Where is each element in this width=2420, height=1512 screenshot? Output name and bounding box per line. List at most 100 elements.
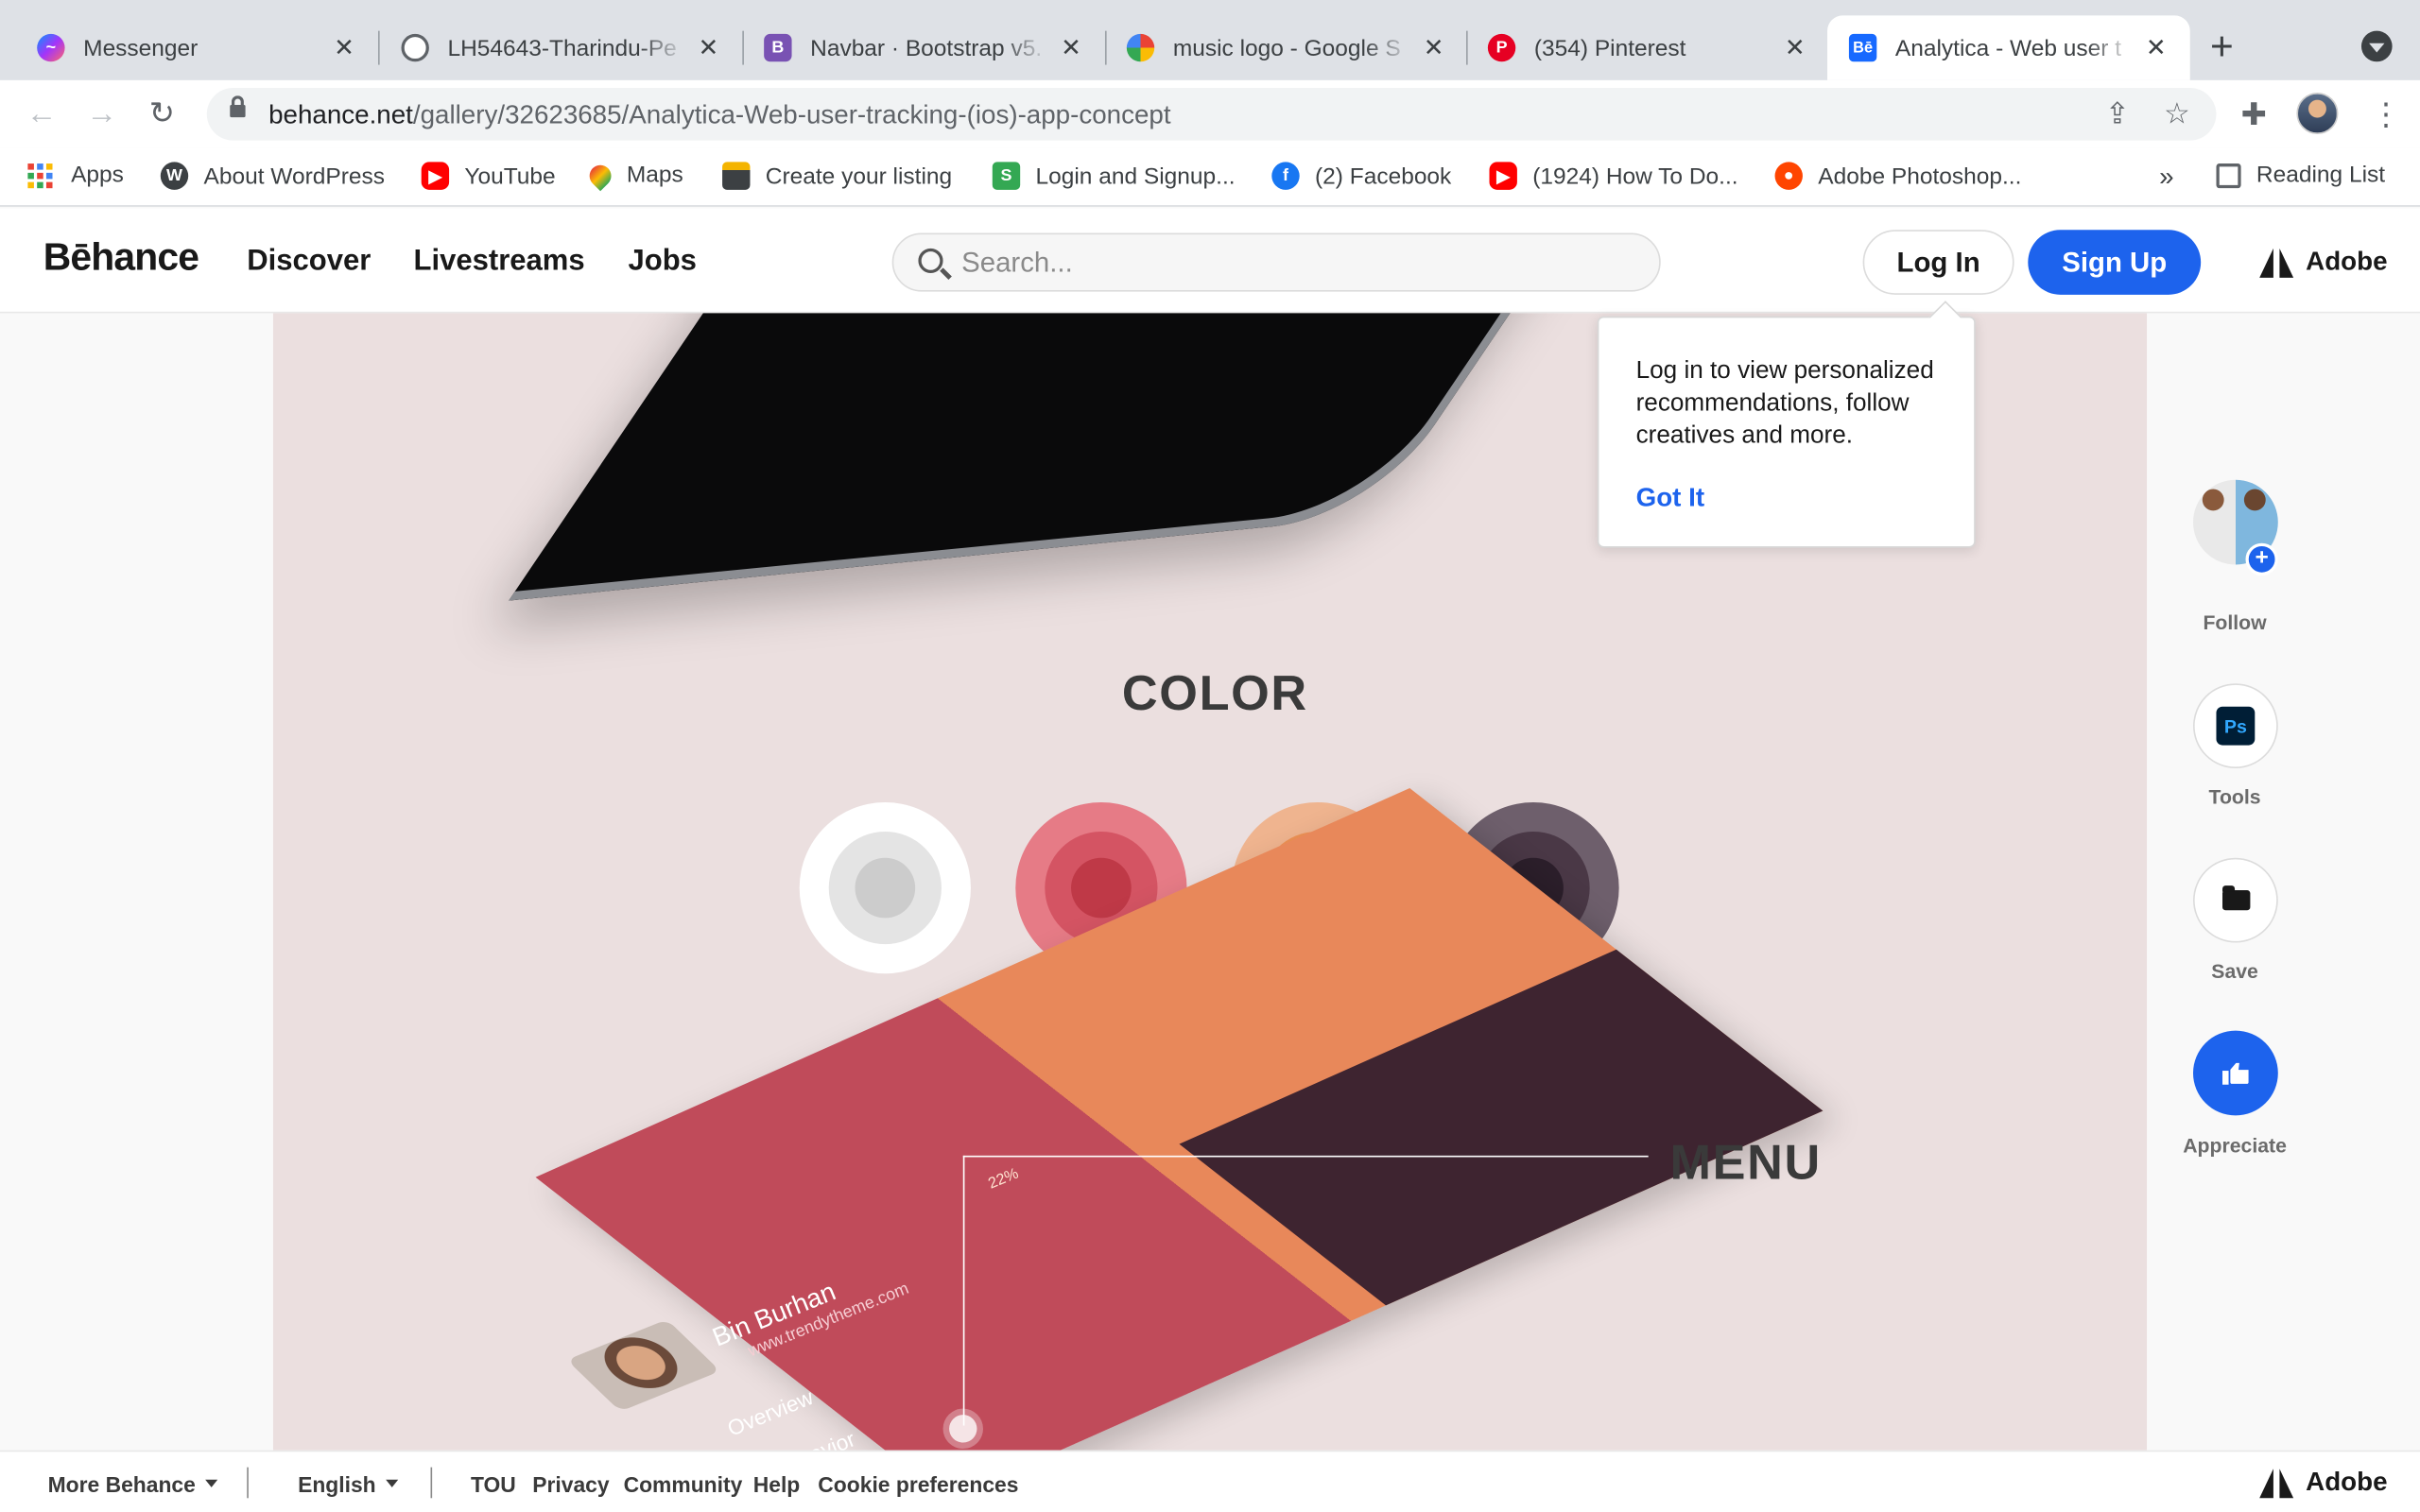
phone-mockup-image: [509, 313, 1705, 601]
footer: More Behance English TOU Privacy Communi…: [0, 1450, 2420, 1512]
appreciate-button[interactable]: [2192, 1030, 2278, 1116]
behance-logo[interactable]: Bēhance: [43, 236, 199, 281]
extensions-puzzle-icon[interactable]: ✚: [2241, 95, 2267, 134]
color-section-title: COLOR: [1121, 664, 1308, 721]
follow-plus-icon[interactable]: +: [2245, 542, 2278, 576]
bookmark-how-to-do[interactable]: ▶ (1924) How To Do...: [1489, 162, 1738, 190]
footer-link-cookie-preferences[interactable]: Cookie preferences: [818, 1472, 1018, 1497]
card-menu-item: Overview: [723, 1383, 817, 1441]
login-prompt-popover: Log in to view personalized recommendati…: [1597, 316, 1976, 548]
wordpress-icon: W: [160, 162, 189, 190]
bookmark-label: (1924) How To Do...: [1532, 163, 1738, 189]
kebab-menu-icon[interactable]: ⋮: [2371, 95, 2402, 134]
footer-link-tou[interactable]: TOU: [471, 1472, 516, 1497]
bookmark-facebook[interactable]: f (2) Facebook: [1271, 162, 1451, 190]
adobe-link[interactable]: Adobe: [2259, 247, 2388, 278]
tab-pinterest[interactable]: P (354) Pinterest ✕: [1451, 15, 1829, 80]
tab-lh54643[interactable]: LH54643-Tharindu-Pe ✕: [364, 15, 742, 80]
save-button[interactable]: [2192, 857, 2278, 943]
lock-icon[interactable]: [230, 95, 246, 118]
footer-link-community[interactable]: Community: [624, 1472, 743, 1497]
forward-arrow-icon[interactable]: →: [83, 95, 120, 132]
avatar: [2202, 489, 2224, 511]
footer-adobe-link[interactable]: Adobe: [2259, 1467, 2388, 1499]
close-tab-icon[interactable]: ✕: [1422, 32, 1446, 63]
bookmark-youtube[interactable]: ▶ YouTube: [421, 162, 556, 190]
tab-bootstrap[interactable]: B Navbar · Bootstrap v5. ✕: [727, 15, 1105, 80]
tab-behance-active[interactable]: Bē Analytica - Web user t ✕: [1827, 15, 2190, 80]
pinterest-icon: P: [1487, 33, 1516, 62]
close-tab-icon[interactable]: ✕: [2144, 32, 2169, 63]
url-text[interactable]: behance.net/gallery/32623685/Analytica-W…: [268, 100, 1171, 131]
tab-search-icon[interactable]: [2360, 30, 2393, 62]
footer-divider: [430, 1467, 433, 1499]
new-tab-button[interactable]: +: [2210, 26, 2234, 66]
nav-jobs[interactable]: Jobs: [628, 246, 696, 280]
footer-link-help[interactable]: Help: [753, 1472, 801, 1497]
photoshop-icon: Ps: [2216, 706, 2256, 746]
profile-avatar[interactable]: [2296, 92, 2339, 135]
back-arrow-icon[interactable]: ←: [23, 95, 60, 132]
swatch-core: [855, 857, 916, 919]
more-behance-dropdown[interactable]: More Behance: [48, 1472, 217, 1497]
footer-divider: [247, 1467, 249, 1499]
url-host: behance.net: [268, 100, 413, 130]
maps-pin-icon: [584, 160, 616, 191]
search-box[interactable]: [891, 232, 1661, 292]
close-tab-icon[interactable]: ✕: [696, 32, 720, 63]
got-it-button[interactable]: Got It: [1636, 483, 1704, 514]
popover-message: Log in to view personalized recommendati…: [1635, 357, 1934, 450]
tab-title: Navbar · Bootstrap v5.: [810, 34, 1043, 61]
bookmarks-overflow-chevron[interactable]: »: [2159, 162, 2173, 193]
bookmark-about-wordpress[interactable]: W About WordPress: [160, 162, 385, 190]
folder-icon: [2221, 885, 2250, 911]
youtube-icon: ▶: [1489, 162, 1517, 190]
globe-icon: [401, 33, 429, 62]
callout-line-horizontal: [962, 1155, 1649, 1158]
language-label: English: [298, 1471, 376, 1497]
close-tab-icon[interactable]: ✕: [1059, 32, 1083, 63]
tab-google-search[interactable]: music logo - Google S ✕: [1090, 15, 1468, 80]
search-input[interactable]: [961, 247, 1610, 280]
reload-icon[interactable]: ↻: [144, 95, 181, 132]
browser-toolbar: ← → ↻ behance.net/gallery/32623685/Analy…: [0, 79, 2420, 148]
behance-icon: Bē: [1848, 33, 1877, 62]
bookmark-login-signup[interactable]: S Login and Signup...: [992, 162, 1236, 190]
bookmark-apps[interactable]: Apps: [27, 162, 124, 188]
close-tab-icon[interactable]: ✕: [332, 32, 356, 63]
reading-list-button[interactable]: Reading List: [2216, 162, 2385, 188]
close-tab-icon[interactable]: ✕: [1783, 32, 1807, 63]
google-icon: [1126, 33, 1155, 62]
bookmark-label: Login and Signup...: [1035, 163, 1236, 189]
login-button[interactable]: Log In: [1862, 230, 2014, 295]
language-dropdown[interactable]: English: [298, 1471, 398, 1497]
follow-label[interactable]: Follow: [2169, 611, 2301, 634]
tab-strip: ~ Messenger ✕ LH54643-Tharindu-Pe ✕ B Na…: [0, 0, 2420, 80]
nav-livestreams[interactable]: Livestreams: [414, 246, 585, 280]
nav-discover[interactable]: Discover: [247, 246, 371, 280]
bookmark-star-icon[interactable]: ☆: [2164, 97, 2190, 133]
address-bar[interactable]: behance.net/gallery/32623685/Analytica-W…: [206, 88, 2217, 141]
bookmark-create-listing[interactable]: Create your listing: [722, 162, 953, 190]
signup-button[interactable]: Sign Up: [2028, 230, 2202, 295]
bookmark-adobe-photoshop[interactable]: ● Adobe Photoshop...: [1774, 162, 2021, 190]
color-swatch-white: [799, 801, 971, 974]
apps-grid-icon: [27, 163, 53, 188]
tab-title: (354) Pinterest: [1533, 34, 1686, 61]
tab-title: Analytica - Web user t: [1894, 34, 2122, 61]
callout-dot: [949, 1415, 977, 1443]
footer-link-privacy[interactable]: Privacy: [532, 1472, 609, 1497]
card-menu-item: Behavior: [770, 1426, 858, 1451]
tab-messenger[interactable]: ~ Messenger ✕: [0, 15, 378, 80]
avatar: [2243, 489, 2266, 511]
adobe-label: Adobe: [2306, 1467, 2388, 1497]
appreciate-label[interactable]: Appreciate: [2169, 1134, 2301, 1157]
bookmark-label: Create your listing: [765, 163, 953, 189]
bootstrap-icon: B: [764, 33, 792, 62]
save-label[interactable]: Save: [2169, 960, 2301, 983]
share-icon[interactable]: ⇪: [2105, 97, 2130, 133]
tools-label[interactable]: Tools: [2169, 785, 2301, 808]
bookmark-maps[interactable]: Maps: [584, 160, 683, 191]
tools-button[interactable]: Ps: [2192, 683, 2278, 769]
adobe-logo-icon: [2259, 248, 2294, 278]
